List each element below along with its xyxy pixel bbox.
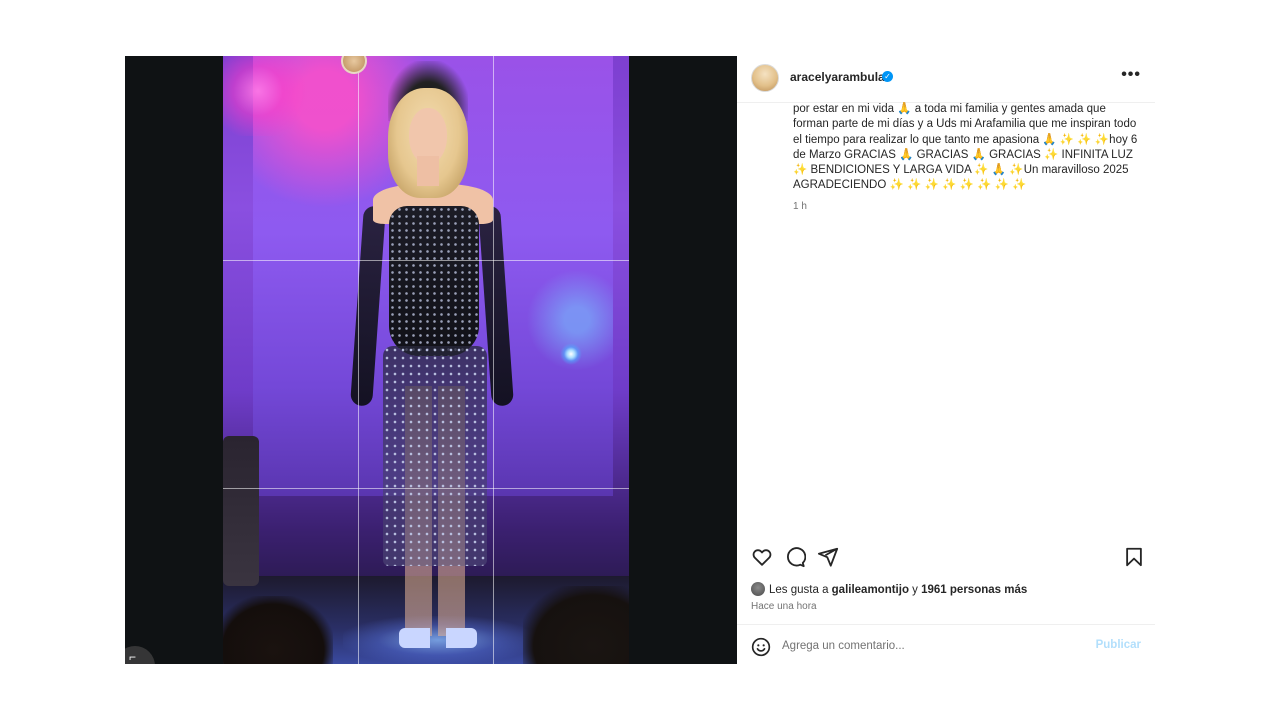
media-corner-button[interactable]: ⌐ [125, 646, 155, 664]
author-username[interactable]: aracelyarambula [790, 70, 885, 84]
likes-summary: Les gusta a galileamontijo y 1961 person… [751, 582, 1027, 596]
pink-light [223, 56, 313, 136]
left-arm [350, 205, 386, 407]
liker-avatar[interactable] [751, 582, 765, 596]
author-avatar[interactable] [751, 64, 779, 92]
mesh-skirt [383, 346, 487, 566]
grid-line [223, 260, 629, 261]
shoes [399, 628, 477, 648]
post-side-panel: aracelyarambula ✓ ••• por estar en mi vi… [737, 56, 1155, 664]
more-options-icon[interactable]: ••• [1121, 66, 1141, 84]
caption-time[interactable]: 1 h [793, 199, 1138, 214]
action-bar [737, 542, 1155, 570]
comment-input[interactable] [782, 635, 1082, 657]
stage-chair [223, 436, 259, 586]
bookmark-icon[interactable] [1123, 546, 1145, 568]
share-icon[interactable] [817, 546, 839, 568]
publish-button[interactable]: Publicar [1096, 639, 1141, 651]
grid-line [358, 56, 359, 664]
comment-bar: Publicar [737, 624, 1155, 665]
audience-head [223, 596, 333, 664]
post-media[interactable]: ⌐ [125, 56, 737, 664]
instagram-post: ⌐ aracelyarambula ✓ ••• por estar en mi … [125, 56, 1155, 664]
grid-line [223, 488, 629, 489]
audience-head [523, 586, 629, 664]
likes-prefix: Les gusta a [769, 584, 832, 596]
emoji-icon[interactable] [751, 637, 771, 657]
post-photo[interactable] [223, 56, 629, 664]
heart-icon[interactable] [751, 546, 773, 568]
performer-figure [343, 56, 523, 656]
post-caption: por estar en mi vida 🙏 a toda mi familia… [793, 102, 1138, 214]
corner-glyph: ⌐ [129, 650, 137, 664]
likes-middle: y [908, 584, 922, 596]
caption-text: por estar en mi vida 🙏 a toda mi familia… [793, 103, 1138, 192]
neck [417, 156, 439, 186]
post-header: aracelyarambula ✓ ••• [737, 56, 1155, 103]
sequin-corset [389, 206, 479, 356]
comment-icon[interactable] [784, 546, 806, 568]
liker-username[interactable]: galileamontijo [832, 584, 909, 596]
post-timestamp[interactable]: Hace una hora [751, 601, 817, 612]
verified-badge-icon: ✓ [882, 71, 893, 82]
likes-count-link[interactable]: 1961 personas más [921, 584, 1027, 596]
grid-line [493, 56, 494, 664]
